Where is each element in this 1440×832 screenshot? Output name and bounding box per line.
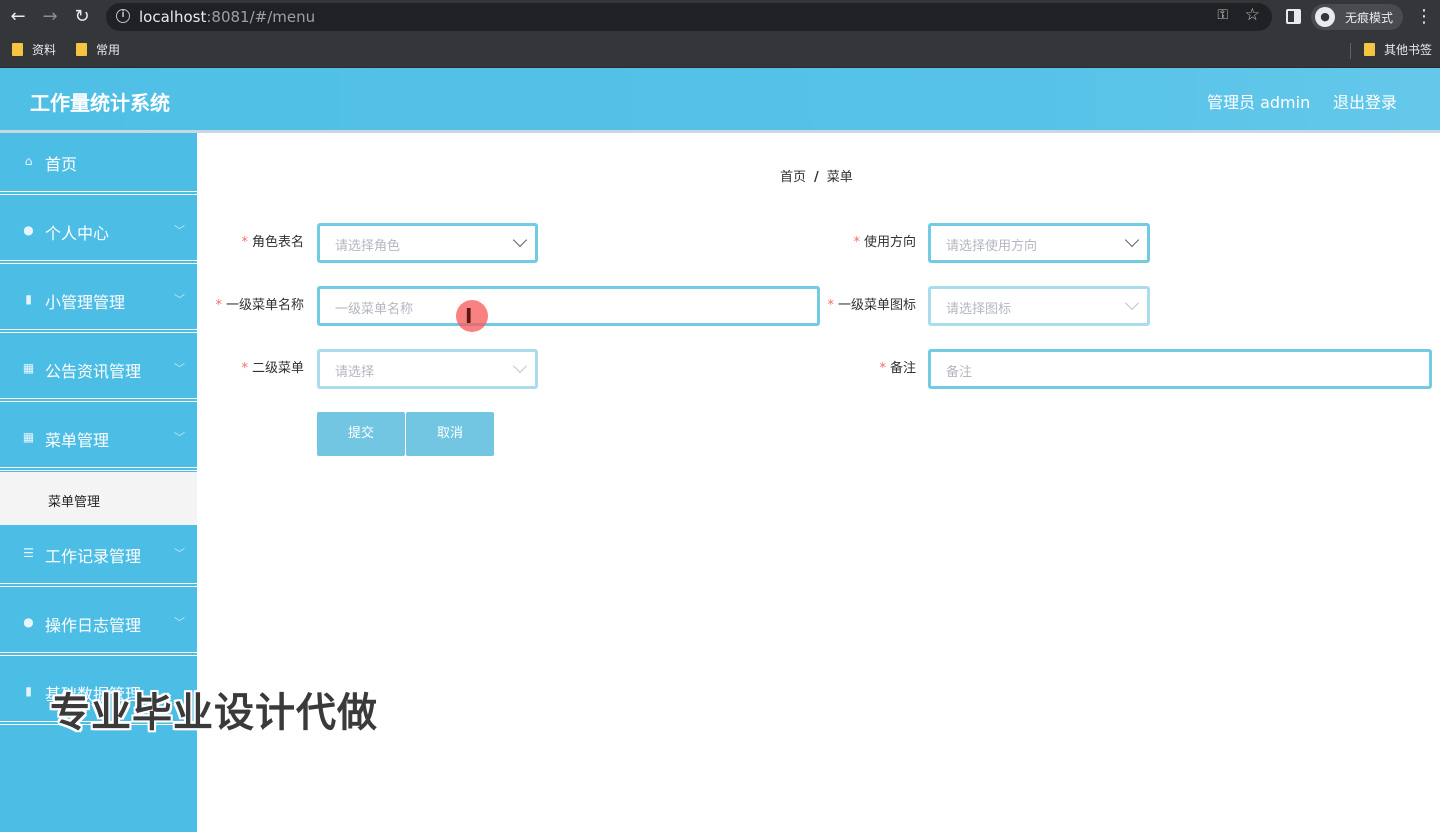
breadcrumb-home[interactable]: 首页 <box>780 170 806 185</box>
browser-toolbar: ← → ↻ i localhost:8081/#/menu ⚿ ☆ ● 无痕模式… <box>0 0 1440 34</box>
breadcrumb: 首页 / 菜单 <box>780 166 853 185</box>
sidebar-subitem-label: 菜单管理 <box>48 495 101 510</box>
menu1-icon-label: * 一级菜单图标 <box>827 298 916 313</box>
address-bar[interactable]: i localhost:8081/#/menu ⚿ ☆ <box>106 3 1272 31</box>
cancel-button[interactable]: 取消 <box>406 412 494 456</box>
breadcrumb-separator: / <box>814 170 819 185</box>
menu1-name-placeholder: 一级菜单名称 <box>335 302 414 317</box>
bookmarks-bar: 资料 常用 其他书签 <box>0 34 1440 68</box>
sidebar-item-label: 菜单管理 <box>45 431 110 450</box>
sidebar-item-label: 操作日志管理 <box>45 616 142 635</box>
forward-icon[interactable]: → <box>38 5 62 29</box>
sidebar-subitem-menu-manage[interactable]: 菜单管理 <box>0 472 197 525</box>
browser-menu-icon[interactable]: ⋮ <box>1415 5 1433 29</box>
sidebar-item-label: 公告资讯管理 <box>45 362 142 381</box>
sidebar-item-label: 工作记录管理 <box>45 547 142 566</box>
key-icon[interactable]: ⚿ <box>1217 7 1228 23</box>
logout-link[interactable]: 退出登录 <box>1333 89 1397 113</box>
menu2-label: * 二级菜单 <box>241 361 304 376</box>
direction-placeholder: 请选择使用方向 <box>946 239 1038 254</box>
sidebar-item-label: 个人中心 <box>45 224 110 243</box>
bookmark-folder[interactable]: 常用 <box>76 42 120 58</box>
chevron-down-icon: ﹀ <box>174 224 185 237</box>
direction-label: * 使用方向 <box>853 235 916 250</box>
breadcrumb-current: 菜单 <box>826 170 853 185</box>
remark-label: * 备注 <box>879 361 916 376</box>
grid-icon: ▦ <box>22 361 35 375</box>
chevron-down-icon <box>1124 295 1140 311</box>
text-cursor-icon: I <box>465 304 473 328</box>
folder-icon <box>1364 43 1375 56</box>
sidebar-item-menu[interactable]: ▦ 菜单管理 ﹀ <box>0 409 197 471</box>
sidebar-item-work-records[interactable]: ☰ 工作记录管理 ﹀ <box>0 525 197 587</box>
info-icon[interactable]: i <box>116 9 130 23</box>
user-icon: ● <box>23 223 34 237</box>
menu2-placeholder: 请选择 <box>335 365 375 380</box>
incognito-icon: ● <box>1315 7 1335 27</box>
sidebar-item-home[interactable]: ⌂ 首页 <box>0 133 197 195</box>
chevron-down-icon <box>512 232 528 248</box>
app-title: 工作量统计系统 <box>30 91 170 115</box>
role-label: * 角色表名 <box>241 235 304 250</box>
incognito-badge[interactable]: ● 无痕模式 <box>1311 4 1403 30</box>
chevron-down-icon: ﹀ <box>174 547 185 560</box>
chevron-down-icon: ﹀ <box>174 362 185 375</box>
folder-icon <box>12 43 23 56</box>
app-header: 工作量统计系统 管理员 admin 退出登录 <box>0 68 1440 130</box>
role-placeholder: 请选择角色 <box>335 239 401 254</box>
sidebar-item-small-admin[interactable]: ▮ 小管理管理 ﹀ <box>0 271 197 333</box>
role-select[interactable]: 请选择角色 <box>317 223 538 263</box>
clipboard-icon: ▮ <box>25 684 32 698</box>
sidebar-item-profile[interactable]: ● 个人中心 ﹀ <box>0 202 197 264</box>
sidebar-item-logs[interactable]: ● 操作日志管理 ﹀ <box>0 594 197 656</box>
chevron-down-icon <box>1124 232 1140 248</box>
folder-icon <box>76 43 87 56</box>
sidebar-item-label: 小管理管理 <box>45 293 126 312</box>
bookmark-divider <box>1350 43 1351 59</box>
list-icon: ☰ <box>23 546 34 560</box>
chevron-down-icon: ﹀ <box>174 431 185 444</box>
back-icon[interactable]: ← <box>6 5 30 29</box>
reload-icon[interactable]: ↻ <box>70 5 94 29</box>
star-icon[interactable]: ☆ <box>1245 5 1260 25</box>
menu2-select[interactable]: 请选择 <box>317 349 538 389</box>
current-user: 管理员 admin <box>1207 93 1311 112</box>
menu1-icon-placeholder: 请选择图标 <box>946 302 1012 317</box>
side-panel-icon[interactable] <box>1286 9 1301 24</box>
menu1-name-input[interactable]: 一级菜单名称 <box>317 286 820 326</box>
bookmark-folder[interactable]: 资料 <box>12 42 56 58</box>
remark-input[interactable]: 备注 <box>928 349 1432 389</box>
home-icon: ⌂ <box>24 154 33 168</box>
user-icon: ● <box>23 615 34 629</box>
chevron-down-icon: ﹀ <box>174 293 185 306</box>
url-text: localhost:8081/#/menu <box>139 8 316 26</box>
chevron-down-icon: ﹀ <box>174 616 185 629</box>
incognito-label: 无痕模式 <box>1345 11 1394 25</box>
menu1-icon-select[interactable]: 请选择图标 <box>928 286 1150 326</box>
other-bookmarks[interactable]: 其他书签 <box>1364 42 1432 58</box>
menu1-name-label: * 一级菜单名称 <box>215 298 304 313</box>
direction-select[interactable]: 请选择使用方向 <box>928 223 1150 263</box>
clipboard-icon: ▮ <box>25 292 32 306</box>
sidebar-item-notice[interactable]: ▦ 公告资讯管理 ﹀ <box>0 340 197 402</box>
header-divider <box>0 130 1440 133</box>
sidebar-item-label: 首页 <box>45 155 78 174</box>
chevron-down-icon <box>512 358 528 374</box>
remark-placeholder: 备注 <box>946 365 973 380</box>
submit-button[interactable]: 提交 <box>317 412 405 456</box>
grid-icon: ▦ <box>22 430 35 444</box>
watermark: 专业毕业设计代做 <box>50 690 378 736</box>
